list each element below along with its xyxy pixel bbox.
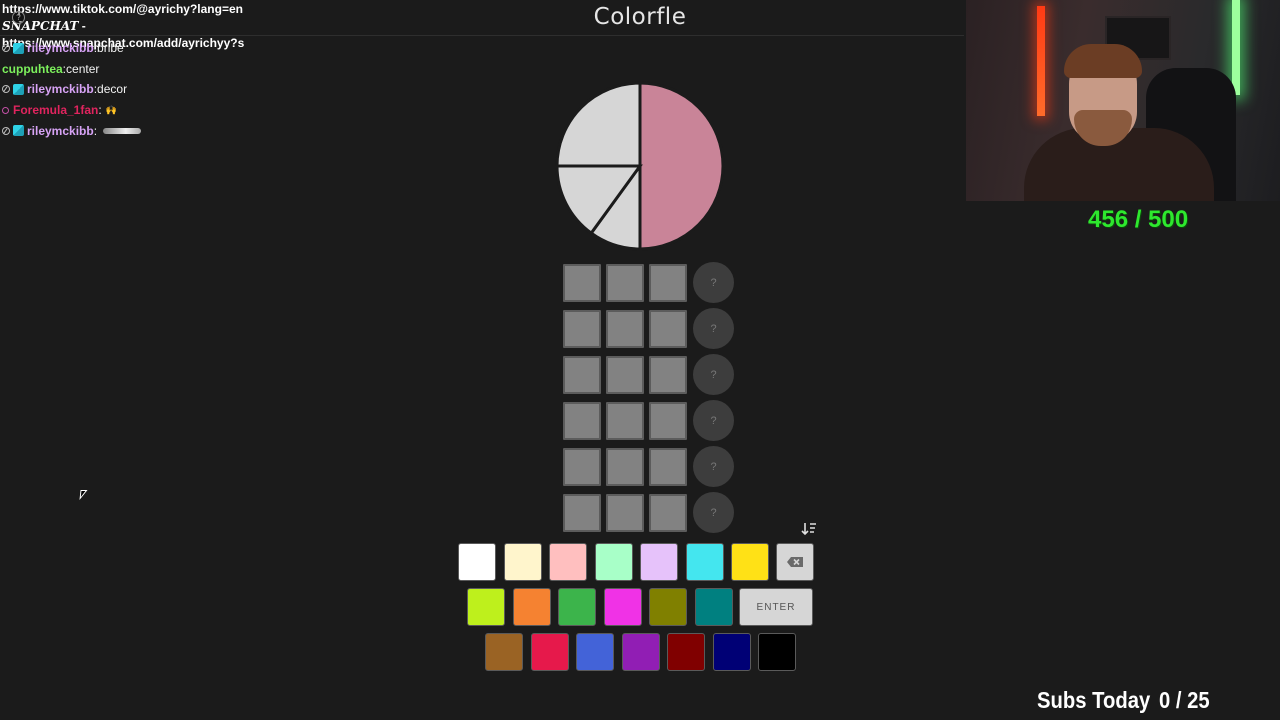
color-key[interactable] [603, 588, 642, 626]
color-key[interactable] [576, 633, 614, 671]
color-key[interactable] [530, 633, 569, 671]
color-key[interactable] [685, 543, 724, 581]
color-key[interactable] [694, 588, 733, 626]
chat-text: bribe [97, 41, 124, 56]
hint-button[interactable]: ? [693, 492, 734, 533]
color-key[interactable] [458, 543, 496, 581]
subs-today-label: Subs Today [1037, 687, 1151, 713]
guess-cell [563, 309, 601, 348]
guess-cell [606, 447, 644, 486]
chat-separator: : [98, 103, 102, 118]
chat-message: rileymckibb : decor [2, 79, 141, 100]
guess-cell [649, 309, 687, 348]
chat-message: Foremula_1fan : 🙌 [2, 100, 141, 121]
streamer-hair [1064, 44, 1142, 78]
subscriber-badge-icon [13, 42, 24, 54]
snapchat-dash: - [78, 19, 86, 33]
color-key[interactable] [731, 543, 769, 581]
mouse-cursor-icon [79, 490, 88, 500]
hint-button[interactable]: ? [693, 400, 734, 441]
guess-row: ? [563, 446, 734, 487]
guess-cell [606, 263, 644, 302]
airplane-emote [103, 127, 142, 134]
target-color-pie [555, 81, 725, 251]
hint-button[interactable]: ? [693, 262, 734, 303]
subs-today-value: 0 / 25 [1159, 687, 1210, 713]
moderator-badge-icon [2, 44, 10, 53]
color-key[interactable] [758, 633, 796, 671]
guess-cell [563, 355, 601, 394]
guess-cell [649, 355, 687, 394]
backspace-icon [787, 557, 803, 567]
color-key[interactable] [712, 633, 751, 671]
enter-key[interactable]: ENTER [739, 588, 813, 626]
hint-button[interactable]: ? [693, 354, 734, 395]
hint-button[interactable]: ? [693, 446, 734, 487]
guess-row: ? [563, 400, 734, 441]
chat-text: decor [97, 82, 128, 97]
tiktok-link[interactable]: https://www.tiktok.com/@ayrichy?lang=en [2, 2, 243, 16]
backspace-key[interactable] [776, 543, 814, 581]
guess-row: ? [563, 262, 734, 303]
subscriber-badge-icon [13, 83, 24, 95]
chat-username[interactable]: cuppuhtea [2, 62, 63, 76]
subscriber-badge-icon [13, 125, 24, 137]
color-key[interactable] [640, 543, 678, 581]
guess-cell [606, 355, 644, 394]
guess-row: ? [563, 354, 734, 395]
chat-separator: : [93, 123, 98, 138]
guess-cell [563, 263, 601, 302]
color-key[interactable] [512, 588, 551, 626]
moderator-badge-icon [2, 85, 10, 94]
color-key[interactable] [467, 588, 505, 626]
chat-message: rileymckibb : bribe [2, 38, 141, 59]
guess-cell [649, 493, 687, 532]
guess-row: ? [563, 308, 734, 349]
color-key[interactable] [558, 588, 596, 626]
chat-username[interactable]: rileymckibb [27, 124, 94, 138]
hint-button[interactable]: ? [693, 308, 734, 349]
guess-cell [563, 493, 601, 532]
neon-light-green [1232, 0, 1240, 95]
guess-cell [649, 401, 687, 440]
sort-icon[interactable] [801, 522, 817, 539]
guess-cell [563, 447, 601, 486]
chat-overlay: rileymckibb : bribe cuppuhtea : center ril… [2, 38, 142, 141]
color-key[interactable] [667, 633, 705, 671]
hands-emote: 🙌 [105, 104, 117, 115]
guess-cell [606, 309, 644, 348]
guess-cell [606, 401, 644, 440]
goal-progress: 456 / 500 [1088, 206, 1189, 233]
prime-badge-icon [2, 106, 9, 114]
help-icon[interactable]: ? [12, 11, 25, 24]
chat-username[interactable]: rileymckibb [27, 41, 94, 55]
guess-row: ? [563, 492, 734, 533]
chat-username[interactable]: Foremula_1fan [13, 103, 98, 117]
chat-username[interactable]: rileymckibb [27, 82, 94, 96]
color-key[interactable] [649, 588, 687, 626]
neon-light-red [1037, 6, 1045, 116]
chat-message: rileymckibb : [2, 120, 142, 141]
subs-today-counter: Subs Today 0 / 25 [1037, 687, 1218, 714]
webcam-feed [966, 0, 1280, 201]
color-key[interactable] [485, 633, 523, 671]
color-key[interactable] [621, 633, 660, 671]
color-key[interactable] [549, 543, 587, 581]
color-key[interactable] [594, 543, 633, 581]
chat-message: cuppuhtea : center [2, 59, 141, 80]
guess-cell [649, 263, 687, 302]
moderator-badge-icon [2, 126, 10, 135]
guess-cell [606, 493, 644, 532]
guess-cell [563, 401, 601, 440]
chat-text: center [66, 61, 100, 76]
pie-slice-top-left-quarter [555, 81, 642, 168]
guess-cell [649, 447, 687, 486]
pie-slice-right-half [638, 81, 725, 251]
color-key[interactable] [503, 543, 542, 581]
